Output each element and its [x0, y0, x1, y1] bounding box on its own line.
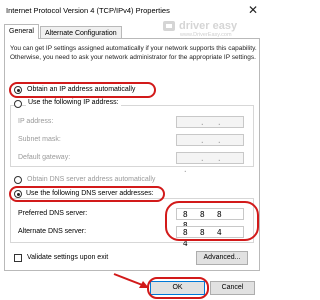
- window-title: Internet Protocol Version 4 (TCP/IPv4) P…: [6, 6, 170, 15]
- cancel-button[interactable]: Cancel: [210, 281, 255, 295]
- watermark: driver easy www.DriverEasy.com: [162, 20, 257, 38]
- tab-general[interactable]: General: [4, 24, 39, 39]
- alternate-dns-label: Alternate DNS server:: [18, 228, 87, 235]
- driver-easy-logo-icon: [163, 21, 175, 31]
- use-following-dns-radio[interactable]: [14, 190, 22, 198]
- use-following-dns-label: Use the following DNS server addresses:: [26, 190, 154, 197]
- ip-address-label: IP address:: [18, 118, 54, 125]
- obtain-ip-auto-radio[interactable]: [14, 86, 22, 94]
- red-arrow-icon: [113, 273, 149, 288]
- preferred-dns-label: Preferred DNS server:: [18, 210, 88, 217]
- obtain-dns-auto-radio[interactable]: [14, 176, 22, 184]
- obtain-dns-auto-label: Obtain DNS server address automatically: [27, 176, 156, 183]
- description-text: You can get IP settings assigned automat…: [10, 45, 257, 61]
- subnet-mask-input[interactable]: ...: [176, 134, 244, 156]
- highlight-ok: [147, 277, 209, 299]
- default-gateway-label: Default gateway:: [18, 154, 71, 161]
- close-icon[interactable]: ✕: [246, 3, 260, 17]
- subnet-mask-label: Subnet mask:: [18, 136, 61, 143]
- default-gateway-input[interactable]: ...: [176, 152, 244, 174]
- advanced-button[interactable]: Advanced...: [196, 251, 248, 265]
- ip-address-input[interactable]: ...: [176, 116, 244, 138]
- watermark-url: www.DriverEasy.com: [180, 32, 232, 38]
- validate-settings-checkbox[interactable]: [14, 254, 22, 262]
- watermark-brand: driver easy: [179, 20, 238, 32]
- use-following-ip-radio[interactable]: [14, 100, 22, 108]
- highlight-dns-values: [165, 201, 259, 241]
- obtain-ip-auto-label: Obtain an IP address automatically: [27, 86, 136, 93]
- validate-settings-label: Validate settings upon exit: [27, 254, 109, 261]
- use-following-ip-label: Use the following IP address:: [26, 99, 121, 106]
